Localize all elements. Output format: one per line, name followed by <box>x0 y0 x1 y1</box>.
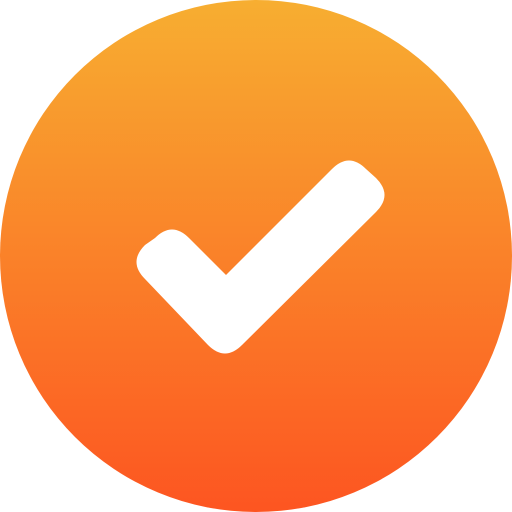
checkmark-circle-icon <box>0 0 512 512</box>
icon-canvas <box>0 0 512 512</box>
